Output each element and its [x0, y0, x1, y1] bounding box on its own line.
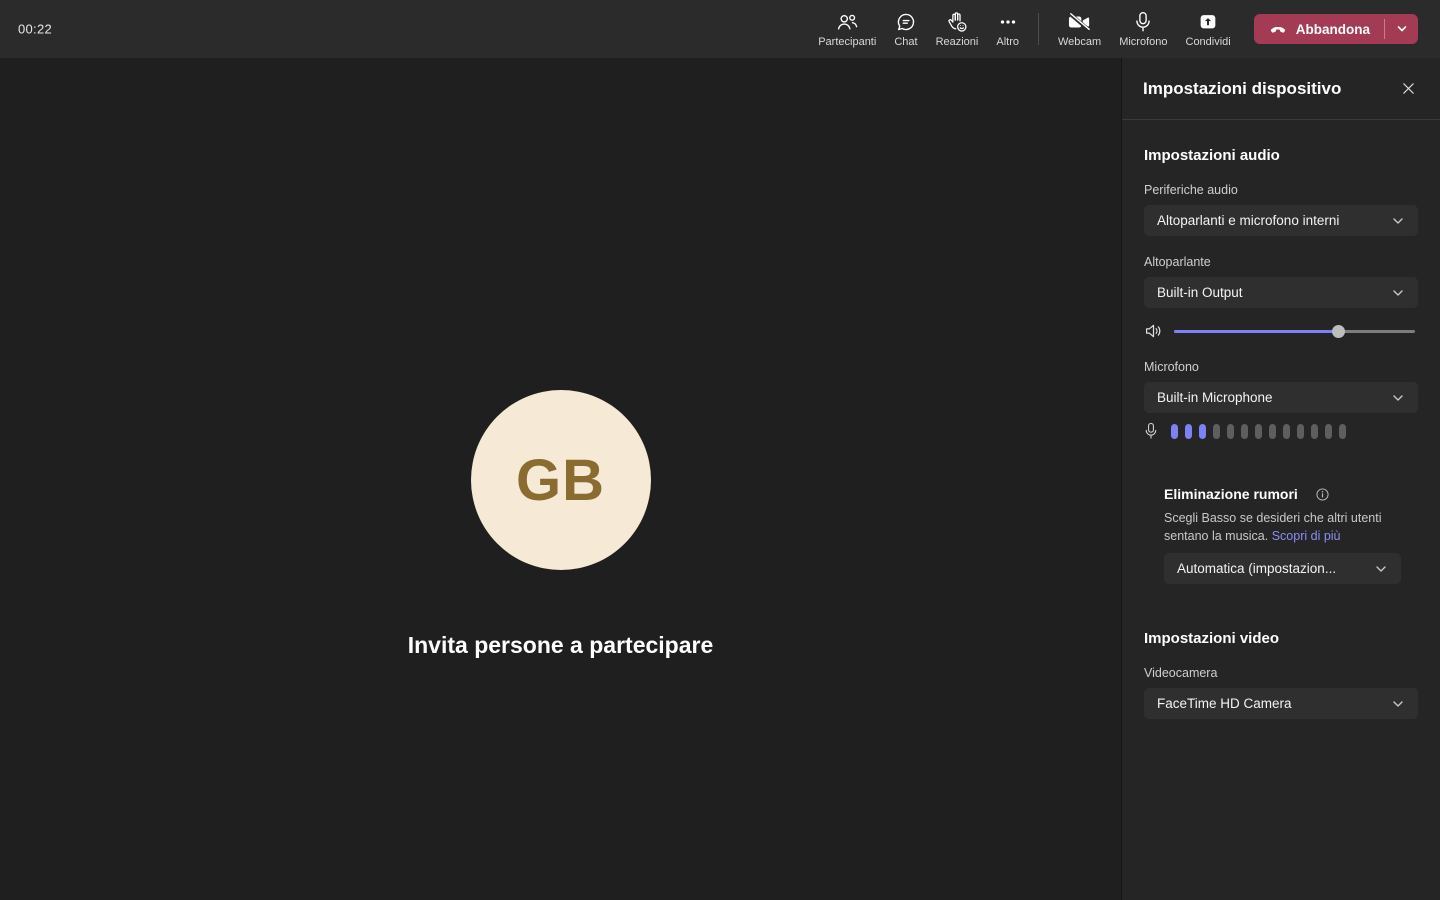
share-button[interactable]: Condividi — [1177, 0, 1240, 58]
noise-suppression-heading: Eliminazione rumori — [1164, 486, 1298, 502]
mic-level-bar — [1185, 423, 1192, 439]
mic-level-bar — [1171, 423, 1178, 439]
mic-level-bar — [1199, 423, 1206, 439]
video-settings-heading: Impostazioni video — [1144, 630, 1280, 647]
speaker-label: Altoparlante — [1144, 255, 1211, 269]
meeting-stage: GB Invita persone a partecipare — [0, 58, 1121, 900]
mic-select[interactable]: Built-in Microphone — [1144, 382, 1418, 413]
learn-more-link[interactable]: Scopri di più — [1272, 529, 1341, 543]
chevron-down-icon — [1395, 22, 1409, 36]
invite-text: Invita persone a partecipare — [407, 632, 714, 658]
leave-button[interactable]: Abbandona — [1254, 14, 1384, 44]
webcam-off-icon — [1066, 10, 1093, 33]
speaker-select[interactable]: Built-in Output — [1144, 277, 1418, 308]
more-label: Altro — [996, 36, 1019, 48]
camera-label: Videocamera — [1144, 666, 1218, 680]
chat-icon — [895, 10, 917, 33]
avatar-initials: GB — [516, 447, 605, 513]
mic-level-bar — [1325, 423, 1332, 439]
panel-title: Impostazioni dispositivo — [1143, 78, 1342, 98]
mic-level-bar — [1227, 423, 1234, 439]
mic-level-bar — [1283, 423, 1290, 439]
camera-value: FaceTime HD Camera — [1157, 696, 1292, 711]
speaker-value: Built-in Output — [1157, 285, 1243, 300]
close-icon — [1401, 81, 1416, 96]
volume-row — [1144, 321, 1418, 341]
mic-level-icon — [1144, 422, 1158, 440]
chat-label: Chat — [894, 36, 918, 48]
volume-fill — [1174, 330, 1338, 333]
panel-header: Impostazioni dispositivo — [1122, 58, 1440, 120]
participants-button[interactable]: Partecipanti — [809, 0, 885, 58]
chat-button[interactable]: Chat — [885, 0, 926, 58]
noise-suppression-select[interactable]: Automatica (impostazion... — [1164, 553, 1401, 584]
chevron-down-icon — [1391, 286, 1405, 300]
mic-value: Built-in Microphone — [1157, 390, 1273, 405]
hangup-icon — [1268, 19, 1288, 39]
device-settings-panel: Impostazioni dispositivo Impostazioni au… — [1121, 58, 1440, 900]
participants-label: Partecipanti — [818, 36, 877, 48]
mic-level-bar — [1297, 423, 1304, 439]
mic-level-bar — [1269, 423, 1276, 439]
close-panel-button[interactable] — [1396, 77, 1420, 101]
mic-level-bar — [1255, 423, 1262, 439]
webcam-label: Webcam — [1058, 36, 1102, 48]
noise-suppression-description: Scegli Basso se desideri che altri utent… — [1164, 511, 1382, 543]
leave-options-button[interactable] — [1385, 14, 1418, 44]
speaker-volume-icon — [1144, 322, 1163, 340]
ellipsis-icon — [997, 10, 1019, 33]
meeting-toolbar: 00:22 Partecipanti Chat Reazioni Altro W… — [0, 0, 1440, 58]
mic-level-bar — [1241, 423, 1248, 439]
chevron-down-icon — [1391, 214, 1405, 228]
reactions-icon — [945, 10, 969, 33]
mic-label: Microfono — [1144, 360, 1199, 374]
camera-select[interactable]: FaceTime HD Camera — [1144, 688, 1418, 719]
volume-slider[interactable] — [1174, 324, 1415, 338]
microphone-label: Microfono — [1119, 36, 1168, 48]
microphone-icon — [1133, 10, 1153, 33]
mic-level-bar — [1311, 423, 1318, 439]
audio-devices-select[interactable]: Altoparlanti e microfono interni — [1144, 205, 1418, 236]
info-icon[interactable] — [1316, 487, 1329, 501]
chevron-down-icon — [1374, 562, 1388, 576]
mic-level-bar — [1339, 423, 1346, 439]
avatar: GB — [470, 390, 651, 570]
microphone-toggle-button[interactable]: Microfono — [1110, 0, 1176, 58]
noise-suppression-section: Eliminazione rumori Scegli Basso se desi… — [1144, 486, 1418, 584]
leave-button-group: Abbandona — [1253, 14, 1418, 44]
share-icon — [1196, 10, 1220, 33]
noise-suppression-value: Automatica (impostazion... — [1177, 561, 1337, 576]
audio-devices-label: Periferiche audio — [1144, 183, 1238, 197]
audio-devices-value: Altoparlanti e microfono interni — [1157, 213, 1340, 228]
leave-label: Abbandona — [1295, 21, 1370, 37]
volume-thumb[interactable] — [1331, 325, 1345, 338]
chevron-down-icon — [1391, 697, 1405, 711]
people-icon — [835, 10, 859, 33]
more-button[interactable]: Altro — [987, 0, 1028, 58]
mic-level-row — [1144, 422, 1418, 440]
mic-level-meter — [1171, 423, 1346, 439]
toolbar-separator — [1038, 13, 1039, 45]
reactions-button[interactable]: Reazioni — [927, 0, 988, 58]
meeting-timer: 00:22 — [18, 21, 53, 37]
toolbar-right-group: Partecipanti Chat Reazioni Altro Webcam … — [809, 0, 1440, 58]
audio-settings-heading: Impostazioni audio — [1144, 147, 1280, 164]
chevron-down-icon — [1391, 391, 1405, 405]
reactions-label: Reazioni — [935, 36, 979, 48]
mic-level-bar — [1213, 423, 1220, 439]
panel-body: Impostazioni audio Periferiche audio Alt… — [1122, 147, 1440, 719]
share-label: Condividi — [1185, 36, 1231, 48]
webcam-toggle-button[interactable]: Webcam — [1049, 0, 1110, 58]
